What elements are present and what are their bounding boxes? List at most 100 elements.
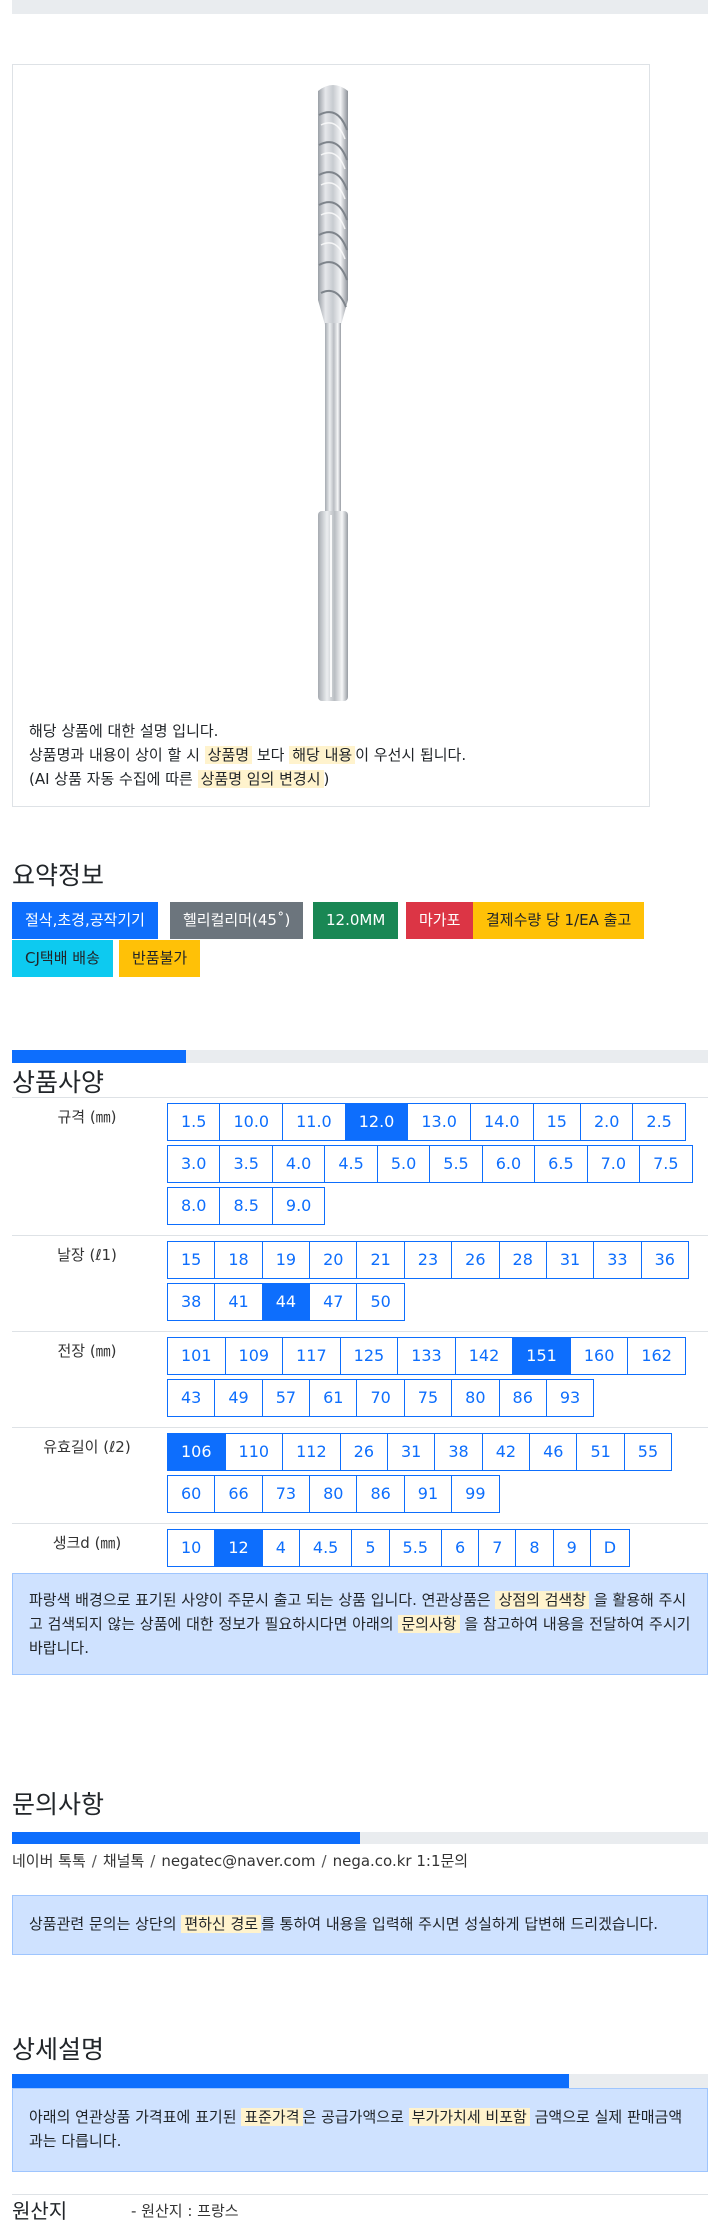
spec-option[interactable]: 26 xyxy=(451,1241,500,1279)
spec-option[interactable]: 7.5 xyxy=(639,1145,693,1183)
spec-option[interactable]: 47 xyxy=(309,1283,358,1321)
spec-option[interactable]: 55 xyxy=(623,1433,673,1471)
spec-option[interactable]: 8.0 xyxy=(167,1187,221,1225)
spec-option[interactable]: 2.0 xyxy=(579,1103,634,1141)
spec-option[interactable]: 9.0 xyxy=(271,1187,326,1225)
spec-option[interactable]: 73 xyxy=(261,1475,311,1513)
contact-email[interactable]: negatec@naver.com xyxy=(161,1852,315,1870)
spec-notice: 파랑색 배경으로 표기된 사양이 주문시 출고 되는 상품 입니다. 연관상품은… xyxy=(12,1573,708,1675)
spec-option[interactable]: 110 xyxy=(224,1433,284,1471)
spec-option[interactable]: 15 xyxy=(167,1241,216,1279)
spec-option[interactable]: 4 xyxy=(261,1529,300,1567)
spec-option[interactable]: 117 xyxy=(282,1337,341,1375)
spec-option[interactable]: 5 xyxy=(351,1529,390,1567)
spec-option[interactable]: 101 xyxy=(167,1337,226,1375)
spec-option[interactable]: 14.0 xyxy=(469,1103,534,1141)
spec-table: 규격 (㎜) 1.5 10.0 11.0 12.0 13.0 14.0 15 2.0 2.5 3.0… xyxy=(12,1097,708,1578)
spec-option[interactable]: 57 xyxy=(261,1379,311,1417)
spec-option[interactable]: 41 xyxy=(214,1283,263,1321)
spec-option[interactable]: 133 xyxy=(397,1337,456,1375)
contact-naver-talk[interactable]: 네이버 톡톡 xyxy=(12,1852,86,1870)
spec-option[interactable]: 75 xyxy=(403,1379,453,1417)
spec-option[interactable]: 5.5 xyxy=(388,1529,442,1567)
spec-option[interactable]: 3.0 xyxy=(167,1145,221,1183)
origin-divider xyxy=(12,2194,708,2195)
spec-option[interactable]: 112 xyxy=(282,1433,341,1471)
spec-option[interactable]: 51 xyxy=(576,1433,625,1471)
spec-option[interactable]: 11.0 xyxy=(282,1103,346,1141)
spec-option[interactable]: D xyxy=(589,1529,631,1567)
highlight-text: 해당 내용 xyxy=(289,746,356,764)
highlight-text: 상점의 검색창 xyxy=(495,1591,590,1609)
spec-option[interactable]: 70 xyxy=(356,1379,405,1417)
spec-option[interactable]: 66 xyxy=(214,1475,263,1513)
spec-option[interactable]: 43 xyxy=(167,1379,216,1417)
spec-option[interactable]: 80 xyxy=(309,1475,358,1513)
spec-option[interactable]: 99 xyxy=(451,1475,500,1513)
spec-option[interactable]: 38 xyxy=(434,1433,483,1471)
spec-option[interactable]: 28 xyxy=(498,1241,547,1279)
spec-option[interactable]: 4.5 xyxy=(298,1529,353,1567)
spec-option[interactable]: 46 xyxy=(529,1433,578,1471)
spec-option[interactable]: 142 xyxy=(454,1337,514,1375)
spec-option[interactable]: 162 xyxy=(627,1337,686,1375)
spec-option[interactable]: 91 xyxy=(403,1475,453,1513)
spec-option[interactable]: 109 xyxy=(224,1337,284,1375)
spec-option[interactable]: 80 xyxy=(451,1379,500,1417)
spec-option[interactable]: 42 xyxy=(481,1433,531,1471)
highlight-text: 편하신 경로 xyxy=(181,1915,262,1933)
spec-option[interactable]: 3.5 xyxy=(219,1145,273,1183)
spec-option[interactable]: 2.5 xyxy=(632,1103,686,1141)
spec-option[interactable]: 5.0 xyxy=(376,1145,431,1183)
spec-option[interactable]: 125 xyxy=(339,1337,399,1375)
spec-option[interactable]: 5.5 xyxy=(429,1145,483,1183)
spec-option-selected[interactable]: 44 xyxy=(261,1283,311,1321)
spec-option[interactable]: 10 xyxy=(167,1529,216,1567)
badge-type: 헬리컬리머(45˚) xyxy=(170,902,304,939)
separator: / xyxy=(91,1852,97,1870)
spec-option[interactable]: 21 xyxy=(356,1241,405,1279)
contact-channel-talk[interactable]: 채널톡 xyxy=(103,1852,144,1870)
spec-option[interactable]: 33 xyxy=(593,1241,642,1279)
contact-website[interactable]: nega.co.kr 1:1문의 xyxy=(333,1852,469,1870)
spec-option[interactable]: 93 xyxy=(545,1379,595,1417)
spec-option[interactable]: 7.0 xyxy=(586,1145,641,1183)
spec-option-selected[interactable]: 12.0 xyxy=(344,1103,409,1141)
spec-option[interactable]: 20 xyxy=(309,1241,358,1279)
spec-option[interactable]: 19 xyxy=(261,1241,311,1279)
highlight-text: 상품명 xyxy=(204,746,253,764)
spec-option-selected[interactable]: 151 xyxy=(512,1337,571,1375)
spec-option[interactable]: 4.0 xyxy=(271,1145,326,1183)
spec-option[interactable]: 49 xyxy=(214,1379,263,1417)
spec-option[interactable]: 36 xyxy=(640,1241,689,1279)
spec-option[interactable]: 8.5 xyxy=(219,1187,273,1225)
spec-option[interactable]: 86 xyxy=(498,1379,547,1417)
spec-option[interactable]: 9 xyxy=(552,1529,591,1567)
spec-option[interactable]: 6.0 xyxy=(481,1145,536,1183)
spec-option[interactable]: 6 xyxy=(441,1529,480,1567)
spec-option[interactable]: 86 xyxy=(356,1475,405,1513)
spec-option[interactable]: 7 xyxy=(478,1529,517,1567)
spec-option-selected[interactable]: 106 xyxy=(167,1433,226,1471)
spec-option[interactable]: 13.0 xyxy=(407,1103,471,1141)
spec-option[interactable]: 10.0 xyxy=(219,1103,284,1141)
spec-row: 생크d (㎜) 10 12 4 4.5 5 5.5 6 7 8 9 D xyxy=(12,1523,708,1578)
spec-option-selected[interactable]: 12 xyxy=(214,1529,263,1567)
spec-option[interactable]: 31 xyxy=(387,1433,436,1471)
spec-option[interactable]: 23 xyxy=(403,1241,453,1279)
spec-option[interactable]: 38 xyxy=(167,1283,216,1321)
spec-option[interactable]: 15 xyxy=(532,1103,581,1141)
spec-option[interactable]: 50 xyxy=(356,1283,405,1321)
spec-option[interactable]: 160 xyxy=(569,1337,629,1375)
spec-option[interactable]: 6.5 xyxy=(534,1145,588,1183)
spec-option[interactable]: 18 xyxy=(214,1241,263,1279)
spec-option[interactable]: 4.5 xyxy=(324,1145,378,1183)
spec-option[interactable]: 26 xyxy=(339,1433,388,1471)
spec-option[interactable]: 8 xyxy=(515,1529,554,1567)
spec-options-cell: 1.5 10.0 11.0 12.0 13.0 14.0 15 2.0 2.5 3.0 3.5 4.0… xyxy=(162,1097,708,1236)
spec-option[interactable]: 60 xyxy=(167,1475,216,1513)
spec-option[interactable]: 61 xyxy=(309,1379,358,1417)
spec-option[interactable]: 1.5 xyxy=(167,1103,221,1141)
desc-line-1: 해당 상품에 대한 설명 입니다. xyxy=(29,722,219,740)
spec-option[interactable]: 31 xyxy=(545,1241,595,1279)
